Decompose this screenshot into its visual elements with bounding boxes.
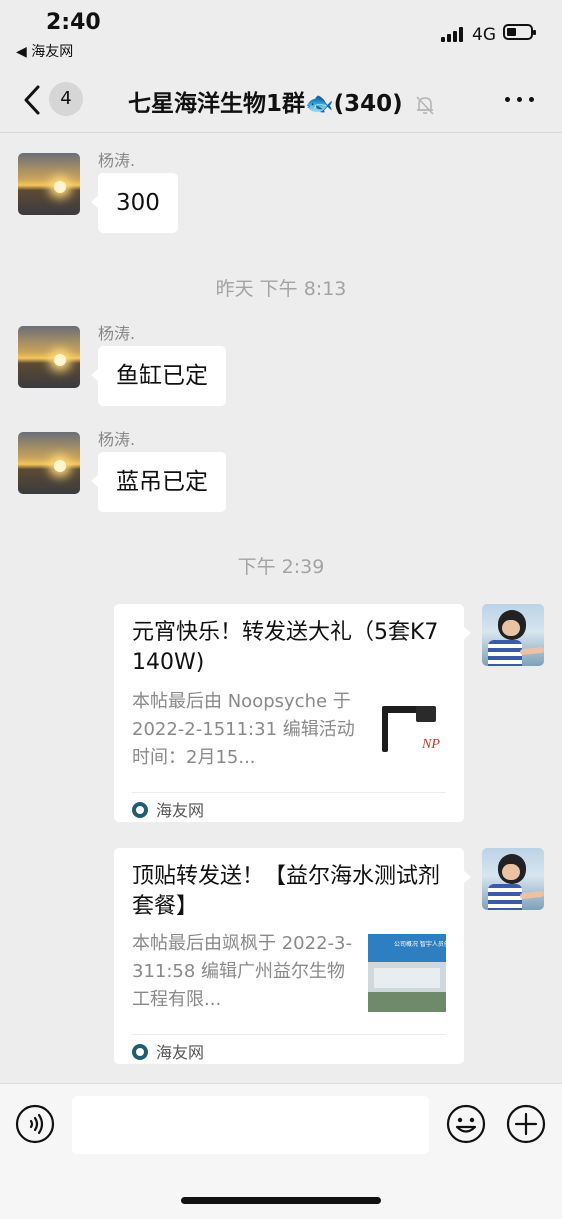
chat-title-text: 七星海洋生物1群 <box>128 91 306 117</box>
unread-count-badge[interactable]: 4 <box>49 82 83 116</box>
timestamp: 昨天 下午 8:13 <box>215 278 347 300</box>
card-description: 本帖最后由 Noopsyche 于 2022-2-1511:31 编辑活动时间：… <box>132 691 355 768</box>
card-thumbnail: 公司概况 智宇人员创业园 <box>368 934 446 1012</box>
card-title: 元宵快乐！转发送大礼（5套K7 140W) <box>132 620 439 675</box>
thumb-company-label: 公司概况 智宇人员创业园 <box>394 940 446 948</box>
link-card[interactable]: 顶贴转发送！【益尔海水测试剂套餐】 本帖最后由飒枫于 2022-3-311:58… <box>114 848 471 1065</box>
member-count: (340) <box>333 91 403 117</box>
my-avatar[interactable] <box>482 848 544 910</box>
sender-avatar[interactable] <box>18 326 80 388</box>
card-thumbnail: NP <box>376 696 454 774</box>
card-source: 海友网 <box>132 1034 446 1065</box>
message-bubble[interactable]: 蓝吊已定 <box>91 452 226 512</box>
sender-name: 杨涛. <box>98 324 136 343</box>
sender-avatar[interactable] <box>18 432 80 494</box>
timestamp: 下午 2:39 <box>237 556 325 578</box>
my-avatar[interactable] <box>482 604 544 666</box>
message-bubble[interactable]: 鱼缸已定 <box>91 346 226 406</box>
home-indicator[interactable] <box>181 1197 381 1204</box>
thumb-brand-label: NP <box>421 737 440 752</box>
signal-icon <box>441 26 465 42</box>
mute-bell-icon <box>416 95 434 115</box>
site-logo-icon <box>132 1044 148 1060</box>
card-source-name: 海友网 <box>156 801 205 820</box>
message-input[interactable] <box>72 1096 429 1154</box>
message-bubble[interactable]: 300 <box>91 173 178 233</box>
plus-icon[interactable] <box>506 1104 546 1144</box>
card-description: 本帖最后由飒枫于 2022-3-311:58 编辑广州益尔生物工程有限... <box>132 933 352 1010</box>
site-logo-icon <box>132 802 148 818</box>
sender-name: 杨涛. <box>98 430 136 449</box>
fish-emoji: 🐟 <box>305 91 334 117</box>
link-card[interactable]: 元宵快乐！转发送大礼（5套K7 140W) 本帖最后由 Noopsyche 于 … <box>114 604 471 823</box>
chat-title: 七星海洋生物1群🐟(340) <box>128 84 436 118</box>
chat-header: 4 七星海洋生物1群🐟(340) <box>0 70 562 133</box>
status-bar: 2:40 ◀ 海友网 4G <box>0 0 562 70</box>
card-source-name: 海友网 <box>156 1043 205 1062</box>
back-chevron-icon[interactable] <box>20 84 46 116</box>
status-time: 2:40 <box>46 10 101 35</box>
network-type: 4G <box>472 25 496 45</box>
sender-avatar[interactable] <box>18 153 80 215</box>
more-options-icon[interactable] <box>503 85 537 109</box>
sender-name: 杨涛. <box>98 151 136 170</box>
back-to-app-link[interactable]: ◀ 海友网 <box>16 41 73 61</box>
card-source: 海友网 <box>132 792 446 823</box>
voice-input-icon[interactable] <box>15 1104 55 1144</box>
battery-icon <box>503 24 536 40</box>
emoji-icon[interactable] <box>446 1104 486 1144</box>
card-title: 顶贴转发送！【益尔海水测试剂套餐】 <box>132 864 441 919</box>
